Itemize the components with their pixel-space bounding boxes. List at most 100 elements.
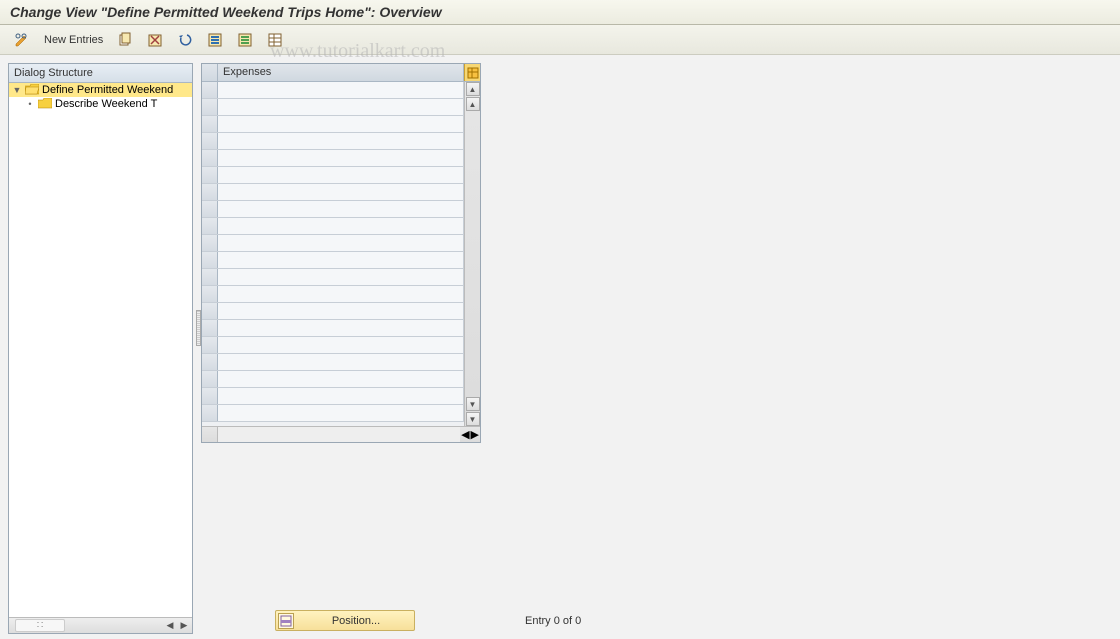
tree-item-label: Describe Weekend T — [55, 98, 157, 110]
table-row[interactable] — [202, 269, 464, 286]
toolbar: New Entries — [0, 25, 1120, 55]
table-settings-icon — [267, 32, 283, 48]
table-row[interactable] — [202, 405, 464, 422]
table-row[interactable] — [202, 201, 464, 218]
toggle-display-change-button[interactable] — [10, 30, 34, 50]
row-marker[interactable] — [202, 150, 218, 166]
table-row[interactable] — [202, 99, 464, 116]
delete-button[interactable] — [143, 30, 167, 50]
table-row[interactable] — [202, 286, 464, 303]
table-header-row: Expenses — [202, 64, 480, 82]
deselect-all-button[interactable] — [233, 30, 257, 50]
row-marker[interactable] — [202, 354, 218, 370]
row-cell[interactable] — [218, 150, 464, 166]
scroll-right-icon[interactable]: ▶ — [178, 620, 190, 631]
scroll-left-icon[interactable]: ◀ — [461, 428, 469, 441]
tree-item-describe-weekend[interactable]: • Describe Weekend T — [9, 97, 192, 111]
row-cell[interactable] — [218, 320, 464, 336]
row-marker[interactable] — [202, 388, 218, 404]
table-row[interactable] — [202, 371, 464, 388]
select-all-button[interactable] — [203, 30, 227, 50]
scroll-up-icon[interactable]: ▲ — [466, 82, 480, 96]
row-cell[interactable] — [218, 82, 464, 98]
dialog-structure-panel: Dialog Structure ▼ Define Permitted Week… — [8, 63, 193, 634]
row-marker[interactable] — [202, 320, 218, 336]
tree-item-define-permitted[interactable]: ▼ Define Permitted Weekend — [9, 83, 192, 97]
row-marker-header[interactable] — [202, 64, 218, 81]
row-cell[interactable] — [218, 167, 464, 183]
row-cell[interactable] — [218, 388, 464, 404]
table-row[interactable] — [202, 235, 464, 252]
splitter-handle[interactable] — [196, 310, 201, 346]
delete-icon — [147, 32, 163, 48]
row-marker[interactable] — [202, 252, 218, 268]
row-cell[interactable] — [218, 252, 464, 268]
row-marker[interactable] — [202, 286, 218, 302]
table-row[interactable] — [202, 116, 464, 133]
row-cell[interactable] — [218, 286, 464, 302]
row-cell[interactable] — [218, 99, 464, 115]
folder-open-icon — [25, 84, 39, 96]
table-row[interactable] — [202, 218, 464, 235]
table-row[interactable] — [202, 133, 464, 150]
row-cell[interactable] — [218, 116, 464, 132]
new-entries-button[interactable]: New Entries — [40, 32, 107, 48]
table-row[interactable] — [202, 82, 464, 99]
row-cell[interactable] — [218, 184, 464, 200]
undo-button[interactable] — [173, 30, 197, 50]
table-row[interactable] — [202, 167, 464, 184]
row-cell[interactable] — [218, 354, 464, 370]
horizontal-scrollbar[interactable]: ◀ ▶ — [202, 426, 480, 442]
scroll-right-icon[interactable]: ▶ — [471, 428, 479, 441]
row-marker[interactable] — [202, 337, 218, 353]
row-cell[interactable] — [218, 235, 464, 251]
table-config-button[interactable] — [464, 64, 480, 81]
page-title: Change View "Define Permitted Weekend Tr… — [0, 0, 1120, 25]
table-row[interactable] — [202, 337, 464, 354]
copy-button[interactable] — [113, 30, 137, 50]
vertical-scrollbar[interactable]: ▲ ▲ ▼ ▼ — [464, 82, 480, 426]
row-marker[interactable] — [202, 99, 218, 115]
row-marker[interactable] — [202, 133, 218, 149]
table-row[interactable] — [202, 184, 464, 201]
table-row[interactable] — [202, 388, 464, 405]
table-row[interactable] — [202, 354, 464, 371]
scroll-down-icon[interactable]: ▼ — [466, 397, 480, 411]
scroll-down-icon[interactable]: ▼ — [466, 412, 480, 426]
scroll-left-icon[interactable]: ◀ — [164, 620, 176, 631]
row-cell[interactable] — [218, 201, 464, 217]
position-button[interactable]: Position... — [275, 610, 415, 631]
row-cell[interactable] — [218, 303, 464, 319]
table-row[interactable] — [202, 252, 464, 269]
position-icon — [278, 613, 294, 629]
row-marker[interactable] — [202, 167, 218, 183]
row-cell[interactable] — [218, 405, 464, 421]
row-cell[interactable] — [218, 269, 464, 285]
main-area: Dialog Structure ▼ Define Permitted Week… — [0, 55, 1120, 634]
row-cell[interactable] — [218, 337, 464, 353]
row-marker[interactable] — [202, 218, 218, 234]
expenses-table: Expenses ▲ ▲ ▼ ▼ ◀ — [201, 63, 481, 443]
row-marker[interactable] — [202, 405, 218, 421]
row-marker[interactable] — [202, 303, 218, 319]
row-marker[interactable] — [202, 269, 218, 285]
row-cell[interactable] — [218, 218, 464, 234]
scroll-up-icon[interactable]: ▲ — [466, 97, 480, 111]
table-row[interactable] — [202, 150, 464, 167]
dialog-structure-scrollbar[interactable]: ∷ ◀ ▶ — [9, 617, 192, 633]
configure-button[interactable] — [263, 30, 287, 50]
row-marker[interactable] — [202, 235, 218, 251]
table-row[interactable] — [202, 303, 464, 320]
column-header-expenses[interactable]: Expenses — [218, 64, 464, 81]
row-cell[interactable] — [218, 133, 464, 149]
bullet-icon: • — [25, 99, 35, 109]
table-row[interactable] — [202, 320, 464, 337]
collapse-icon[interactable]: ▼ — [12, 85, 22, 95]
row-marker[interactable] — [202, 82, 218, 98]
row-marker[interactable] — [202, 201, 218, 217]
row-cell[interactable] — [218, 371, 464, 387]
row-marker[interactable] — [202, 371, 218, 387]
row-marker[interactable] — [202, 116, 218, 132]
dialog-structure-tree: ▼ Define Permitted Weekend • Describe We… — [9, 83, 192, 617]
row-marker[interactable] — [202, 184, 218, 200]
